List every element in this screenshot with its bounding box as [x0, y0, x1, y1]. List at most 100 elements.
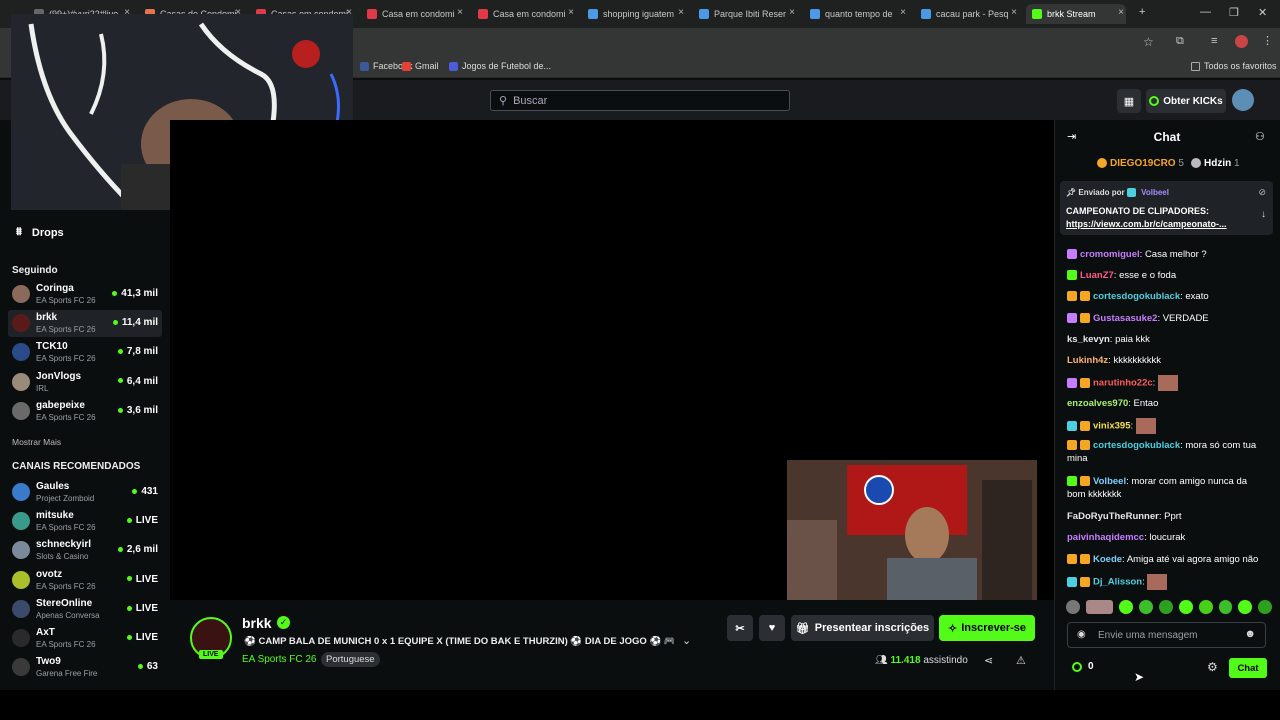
all-bookmarks[interactable]: Todos os favoritos: [1191, 61, 1277, 71]
emote-icon[interactable]: [1258, 600, 1272, 614]
sub-badge-icon: [1080, 291, 1090, 302]
browser-tab[interactable]: shopping iguatem ×: [582, 4, 686, 24]
emote-icon[interactable]: [1159, 600, 1173, 614]
gear-icon[interactable]: ⚙: [1207, 660, 1218, 674]
channel-avatar: [12, 343, 30, 362]
channel-points[interactable]: 0: [1072, 661, 1094, 672]
chat-username[interactable]: cortesdogokublack: [1093, 440, 1180, 451]
profile-avatar[interactable]: [1235, 35, 1248, 48]
stream-category[interactable]: EA Sports FC 26: [242, 654, 316, 665]
chat-username[interactable]: LuanZ7: [1080, 270, 1114, 281]
close-tab-icon[interactable]: ×: [568, 7, 574, 18]
chat-users-icon[interactable]: ⚇: [1255, 130, 1265, 143]
new-tab-button[interactable]: +: [1139, 6, 1145, 18]
emoji-icon[interactable]: ☻: [1244, 628, 1256, 640]
close-tab-icon[interactable]: ×: [678, 7, 684, 18]
unpin-icon[interactable]: ⊘: [1258, 187, 1266, 198]
emote-bar: [1066, 600, 1272, 616]
chat-username[interactable]: Koede: [1093, 554, 1122, 565]
sidebar-channel[interactable]: ovotz EA Sports FC 26 LIVE: [8, 567, 162, 594]
sidebar-channel[interactable]: gabepeixe EA Sports FC 26 3,6 mil: [8, 398, 162, 425]
emote-icon[interactable]: [1178, 600, 1193, 614]
arrow-down-icon[interactable]: ↓: [1261, 209, 1266, 220]
sidebar-channel[interactable]: JonVlogs IRL 6,4 mil: [8, 369, 162, 396]
ticket-button[interactable]: ▦: [1117, 89, 1141, 113]
emote-icon[interactable]: [1139, 600, 1154, 614]
browser-tab[interactable]: brkk Stream ×: [1026, 4, 1126, 24]
chat-message: cortesdogokublack: exato: [1067, 290, 1267, 303]
clip-button[interactable]: ✂: [727, 615, 753, 641]
drops-link[interactable]: ⩩ Drops: [16, 226, 64, 239]
close-tab-icon[interactable]: ×: [1011, 7, 1017, 18]
gift-subs-button[interactable]: 🎁︎ Presentear inscrições: [791, 615, 934, 641]
chat-username[interactable]: Gustasasuke2: [1093, 313, 1157, 324]
emote-icon[interactable]: [1198, 600, 1213, 614]
star-icon[interactable]: ☆: [1143, 35, 1154, 49]
chat-username[interactable]: vinix395: [1093, 421, 1131, 432]
sidebar-channel[interactable]: schneckyirl Slots & Casino 2,6 mil: [8, 537, 162, 564]
browser-tab[interactable]: quanto tempo de ×: [804, 4, 908, 24]
channel-category: EA Sports FC 26: [36, 523, 96, 533]
pinned-message[interactable]: 📌︎ Enviado por Volbeel CAMPEONATO DE CLI…: [1060, 181, 1273, 235]
media-icon[interactable]: ≡: [1211, 35, 1217, 47]
chat-username[interactable]: narutinho22c: [1093, 378, 1153, 389]
emote-icon[interactable]: [1218, 600, 1233, 614]
maximize-button[interactable]: ❐: [1229, 6, 1239, 19]
chat-username[interactable]: cortesdogokublack: [1093, 291, 1180, 302]
subscribe-button[interactable]: ✧ Inscrever-se: [939, 615, 1035, 641]
browser-tab[interactable]: Parque Ibiti Reser ×: [693, 4, 797, 24]
close-tab-icon[interactable]: ×: [1118, 7, 1124, 18]
chat-username[interactable]: ks_kevyn: [1067, 334, 1110, 345]
close-tab-icon[interactable]: ×: [900, 7, 906, 18]
kicks-coin-icon: [1149, 96, 1160, 106]
bookmark-favicon-icon: [360, 61, 369, 71]
pinned-sent-by: Enviado por: [1078, 188, 1125, 197]
chat-username[interactable]: Dj_Alisson: [1093, 577, 1142, 588]
extensions-icon[interactable]: ⧉: [1176, 35, 1184, 48]
sidebar-channel[interactable]: Gaules Project Zomboid 431: [8, 479, 162, 506]
emote-icon[interactable]: [1119, 600, 1134, 614]
close-tab-icon[interactable]: ×: [789, 7, 795, 18]
emote-icon[interactable]: [1085, 600, 1114, 614]
report-icon[interactable]: ⚠: [1016, 654, 1026, 667]
browser-tab[interactable]: Casa em condomi ×: [361, 4, 465, 24]
close-window-button[interactable]: ✕: [1258, 6, 1267, 19]
emote-icon[interactable]: [1238, 600, 1253, 614]
bookmark[interactable]: Jogos de Futebol de...: [449, 61, 551, 71]
search-input[interactable]: ⚲ Buscar: [490, 90, 790, 111]
chevron-down-icon[interactable]: ⌄: [682, 634, 691, 647]
top-gifter[interactable]: Hdzin 1: [1191, 158, 1240, 169]
bookmark[interactable]: Gmail: [402, 61, 439, 71]
sidebar-channel[interactable]: TCK10 EA Sports FC 26 7,8 mil: [8, 339, 162, 366]
pinned-link[interactable]: https://viewx.com.br/c/campeonato-...: [1066, 219, 1227, 229]
follow-button[interactable]: ♥: [759, 615, 785, 641]
emote-icon[interactable]: [1066, 600, 1080, 614]
show-more-link[interactable]: Mostrar Mais: [12, 437, 61, 447]
chat-username[interactable]: Volbeel: [1093, 476, 1126, 487]
chat-username[interactable]: Lukinh4z: [1067, 355, 1108, 366]
minimize-button[interactable]: —: [1200, 6, 1211, 18]
sidebar-channel[interactable]: Coringa EA Sports FC 26 41,3 mil: [8, 281, 162, 308]
chat-username[interactable]: cromomiguel: [1080, 249, 1140, 260]
chat-username[interactable]: FaDoRyuTheRunner: [1067, 511, 1159, 522]
sidebar-channel[interactable]: Two9 Garena Free Fire 63: [8, 654, 162, 681]
sidebar-channel[interactable]: StereOnline Apenas Conversa LIVE: [8, 596, 162, 623]
share-icon[interactable]: ⋖: [984, 654, 993, 667]
chat-username[interactable]: enzoalves970: [1067, 398, 1128, 409]
menu-icon[interactable]: ⋮: [1262, 34, 1273, 47]
chat-input[interactable]: ◉ Envie uma mensagem ☻: [1067, 622, 1266, 648]
send-chat-button[interactable]: Chat: [1229, 658, 1267, 678]
close-tab-icon[interactable]: ×: [457, 7, 463, 18]
get-kicks-button[interactable]: Obter KICKs: [1146, 89, 1226, 113]
chat-username[interactable]: paivinhaqidemcc: [1067, 532, 1144, 543]
browser-tab[interactable]: Casa em condomi ×: [472, 4, 576, 24]
sidebar-channel[interactable]: mitsuke EA Sports FC 26 LIVE: [8, 508, 162, 535]
top-gifter[interactable]: DIEGO19CRO 5: [1097, 158, 1184, 169]
streamer-name[interactable]: brkk: [242, 615, 272, 631]
sidebar-channel[interactable]: AxT EA Sports FC 26 LIVE: [8, 625, 162, 652]
browser-tab[interactable]: cacau park - Pesq ×: [915, 4, 1019, 24]
tab-label: quanto tempo de: [825, 9, 893, 19]
language-tag[interactable]: Portuguese: [321, 652, 380, 667]
user-avatar[interactable]: [1232, 89, 1254, 111]
sidebar-channel[interactable]: brkk EA Sports FC 26 11,4 mil: [8, 310, 162, 338]
